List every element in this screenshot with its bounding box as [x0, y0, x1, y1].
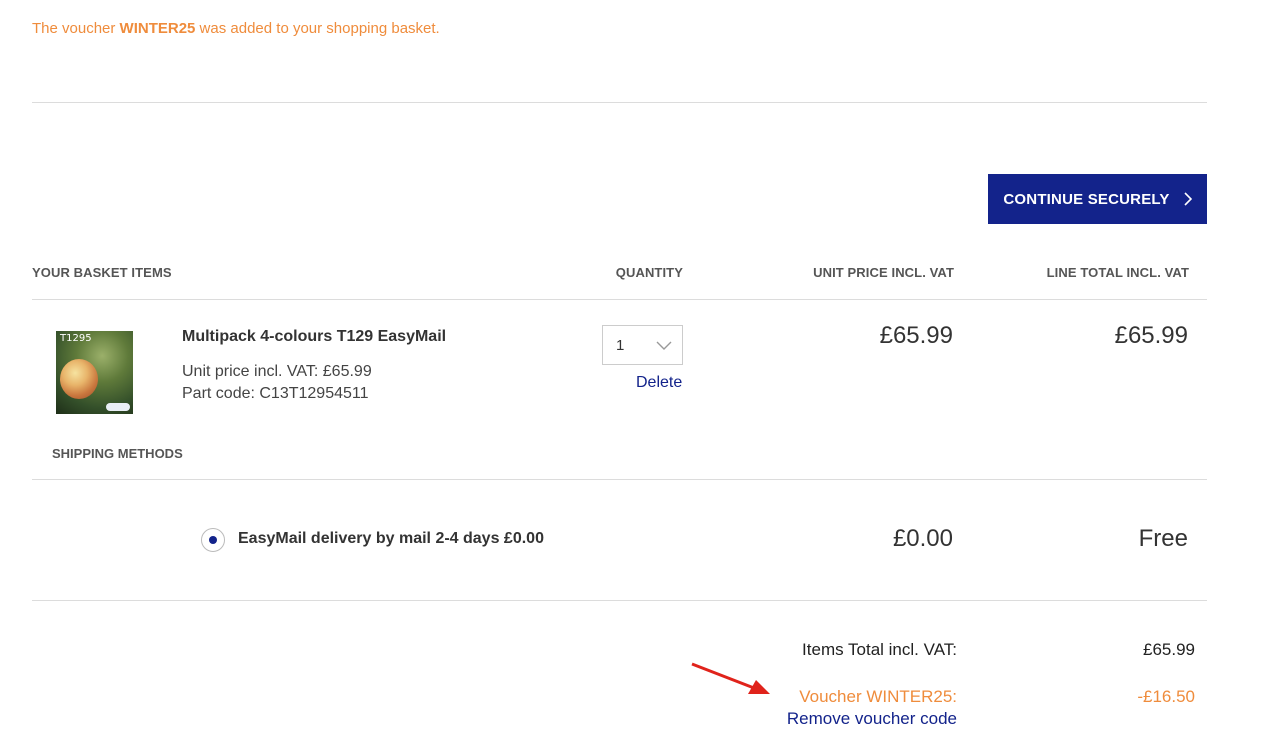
- quantity-select[interactable]: 1: [602, 325, 683, 365]
- shipping-option-radio[interactable]: [201, 528, 225, 552]
- column-header-line-total: LINE TOTAL INCL. VAT: [1046, 265, 1189, 280]
- product-name: Multipack 4-colours T129 EasyMail: [182, 328, 447, 345]
- divider: [32, 600, 1207, 601]
- radio-selected-dot: [209, 536, 217, 544]
- remove-voucher-link[interactable]: Remove voucher code: [787, 709, 957, 729]
- notice-suffix: was added to your shopping basket.: [195, 20, 440, 37]
- chevron-right-icon: [1184, 192, 1192, 206]
- brand-logo-icon: [106, 403, 130, 411]
- continue-securely-label: CONTINUE SECURELY: [1003, 190, 1170, 208]
- divider: [32, 299, 1207, 300]
- shipping-option-label[interactable]: EasyMail delivery by mail 2-4 days £0.00: [238, 530, 544, 548]
- item-unit-price: £65.99: [879, 322, 953, 349]
- continue-securely-button[interactable]: CONTINUE SECURELY: [988, 174, 1207, 224]
- column-header-quantity: QUANTITY: [615, 265, 683, 280]
- product-image-code: T1295: [60, 333, 92, 344]
- apple-graphic: [60, 359, 98, 399]
- red-arrow-annotation: [691, 662, 770, 694]
- column-header-items: YOUR BASKET ITEMS: [32, 265, 172, 280]
- delete-item-link[interactable]: Delete: [636, 374, 682, 392]
- product-unit-price: Unit price incl. VAT: £65.99: [182, 363, 372, 380]
- voucher-added-notice: The voucher WINTER25 was added to your s…: [32, 20, 440, 37]
- notice-prefix: The voucher: [32, 20, 120, 37]
- chevron-down-icon: [656, 341, 672, 350]
- product-image: T1295: [56, 331, 133, 414]
- shipping-methods-heading: SHIPPING METHODS: [52, 446, 183, 461]
- notice-voucher-code: WINTER25: [119, 20, 196, 37]
- items-total-label: Items Total incl. VAT:: [802, 640, 957, 659]
- voucher-label: Voucher WINTER25:: [799, 687, 957, 706]
- item-line-total: £65.99: [1114, 322, 1188, 349]
- quantity-value: 1: [616, 336, 625, 354]
- column-header-unit-price: UNIT PRICE INCL. VAT: [813, 265, 954, 280]
- voucher-discount-value: -£16.50: [1137, 687, 1195, 706]
- product-part-code: Part code: C13T12954511: [182, 385, 369, 402]
- items-total-value: £65.99: [1143, 640, 1195, 659]
- divider: [32, 102, 1207, 103]
- shipping-price: £0.00: [892, 525, 953, 552]
- shipping-total: Free: [1138, 525, 1188, 552]
- divider: [32, 479, 1207, 480]
